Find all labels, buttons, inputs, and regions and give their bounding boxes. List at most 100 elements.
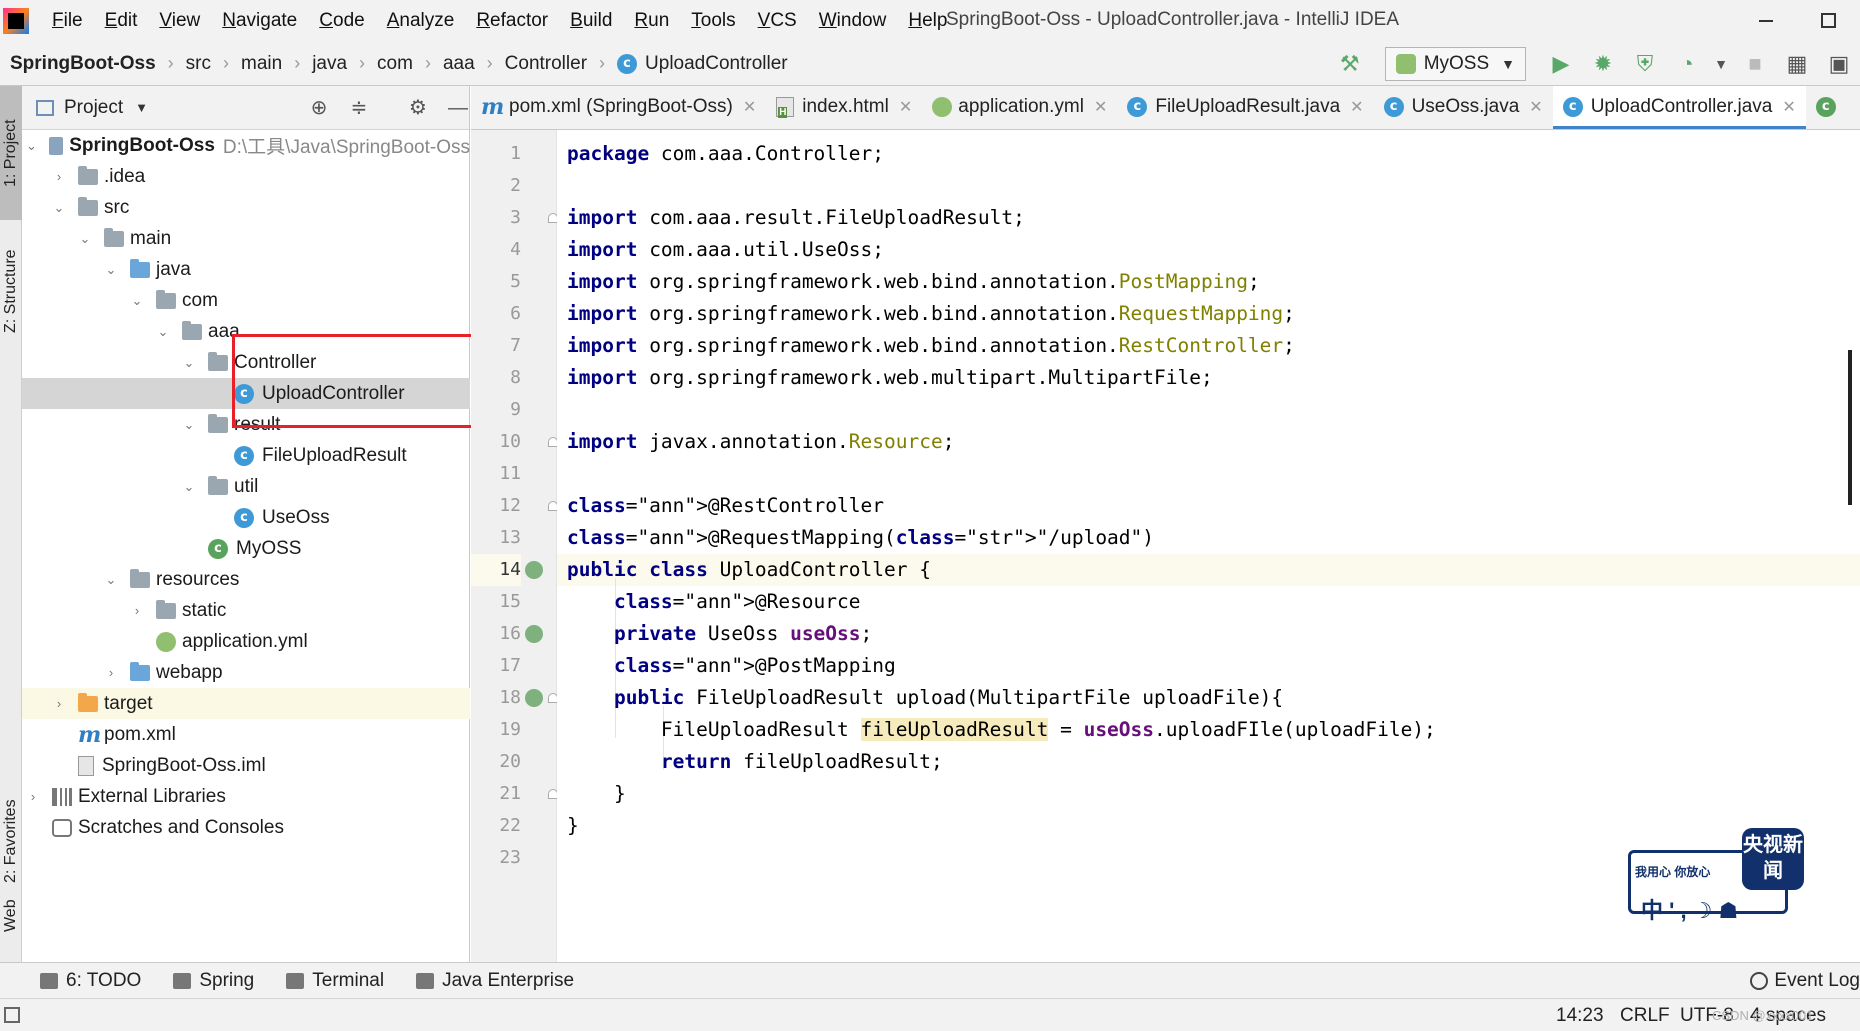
tree-item-project-root[interactable]: ⌄ SpringBoot-Oss D:\工具\Java\SpringBoot-O… [22,130,470,161]
tree-item-target[interactable]: › target [22,688,470,719]
profile-icon[interactable]: ◔ [1670,47,1704,81]
menu-vcs[interactable]: VCS [747,0,808,42]
menu-navigate[interactable]: Navigate [211,0,308,42]
code-line[interactable] [557,170,1860,202]
tree-item-useoss[interactable]: c UseOss [22,502,470,533]
tree-item-main[interactable]: ⌄ main [22,223,470,254]
spring-bean-gutter-icon[interactable] [525,561,543,579]
tab-index-html[interactable]: index.html ✕ [766,86,922,129]
tree-item-aaa[interactable]: ⌄ aaa [22,316,470,347]
code-line[interactable]: class="ann">@RestController [557,490,1860,522]
menu-analyze[interactable]: Analyze [376,0,466,42]
code-line[interactable]: class="ann">@Resource [557,586,1860,618]
breadcrumb-main[interactable]: main [241,53,282,75]
code-line[interactable]: public FileUploadResult upload(Multipart… [557,682,1860,714]
chevron-down-icon[interactable]: ⌄ [182,417,196,433]
tab-overflow[interactable]: c [1806,86,1854,129]
spring-bean-gutter-icon[interactable] [525,625,543,643]
tree-item-external-libraries[interactable]: › External Libraries [22,781,470,812]
code-line[interactable]: import javax.annotation.Resource; [557,426,1860,458]
tree-item-java[interactable]: ⌄ java [22,254,470,285]
tool-spring[interactable]: Spring [173,970,254,992]
spring-bean-gutter-icon[interactable] [525,689,543,707]
menu-file[interactable]: File [41,0,94,42]
tree-item-idea[interactable]: › .idea [22,161,470,192]
tree-item-resources[interactable]: ⌄ resources [22,564,470,595]
menu-tools[interactable]: Tools [680,0,746,42]
code-line[interactable]: FileUploadResult fileUploadResult = useO… [557,714,1860,746]
code-line[interactable] [557,394,1860,426]
menu-refactor[interactable]: Refactor [465,0,559,42]
search-everywhere-icon[interactable]: ▣ [1822,47,1856,81]
breadcrumb-uploadcontroller[interactable]: c UploadController [617,53,788,75]
chevron-down-icon[interactable]: ⌄ [130,293,144,309]
code-line[interactable]: } [557,778,1860,810]
code-line[interactable]: class="ann">@RequestMapping(class="str">… [557,522,1860,554]
tree-item-myoss[interactable]: c MyOSS [22,533,470,564]
breadcrumb-com[interactable]: com [377,53,413,75]
gear-icon[interactable]: ⚙ [406,96,430,120]
menu-build[interactable]: Build [559,0,623,42]
code-line[interactable] [557,458,1860,490]
tool-terminal[interactable]: Terminal [286,970,384,992]
scrollbar-thumb[interactable] [1848,350,1852,505]
code-line[interactable]: import org.springframework.web.bind.anno… [557,298,1860,330]
close-icon[interactable]: ✕ [743,97,756,117]
build-hammer-icon[interactable]: ⚒ [1333,47,1367,81]
hide-panel-icon[interactable]: — [446,96,470,120]
breadcrumb-aaa[interactable]: aaa [443,53,475,75]
code-line[interactable]: import com.aaa.result.FileUploadResult; [557,202,1860,234]
chevron-right-icon[interactable]: › [130,603,144,618]
tab-fileuploadresult[interactable]: c FileUploadResult.java ✕ [1117,86,1373,129]
editor-gutter[interactable]: 1 2 3 4 5 6 7 8 9 10 11 12 13 14 15 16 17 18 19 20 21 22 23 [471,130,558,962]
project-structure-icon[interactable]: ▦ [1780,47,1814,81]
breadcrumb-src[interactable]: src [186,53,211,75]
chevron-down-icon[interactable]: ⌄ [104,572,118,588]
tree-item-uploadcontroller[interactable]: c UploadController [22,378,470,409]
chevron-down-icon[interactable]: ⌄ [182,479,196,495]
tree-item-util[interactable]: ⌄ util [22,471,470,502]
chevron-right-icon[interactable]: › [26,789,40,804]
run-configuration-select[interactable]: MyOSS ▼ [1384,47,1526,81]
menu-view[interactable]: View [148,0,211,42]
code-line[interactable]: return fileUploadResult; [557,746,1860,778]
menu-run[interactable]: Run [623,0,680,42]
chevron-down-icon[interactable]: ⌄ [52,200,66,216]
tree-item-result[interactable]: ⌄ result [22,409,470,440]
tree-item-scratches[interactable]: Scratches and Consoles [22,812,470,843]
tool-java-enterprise[interactable]: Java Enterprise [416,970,574,992]
collapse-all-icon[interactable]: ≑ [347,96,371,120]
tree-item-controller[interactable]: ⌄ Controller [22,347,470,378]
breadcrumb-controller[interactable]: Controller [505,53,587,75]
debug-icon[interactable]: ✹ [1586,47,1620,81]
code-line[interactable]: import org.springframework.web.bind.anno… [557,330,1860,362]
tree-item-src[interactable]: ⌄ src [22,192,470,223]
chevron-down-icon[interactable]: ⌄ [26,138,37,154]
close-icon[interactable]: ✕ [899,97,912,117]
close-icon[interactable]: ✕ [1529,97,1542,117]
chevron-right-icon[interactable]: › [104,665,118,680]
close-icon[interactable]: ✕ [1094,97,1107,117]
code-line[interactable]: import com.aaa.util.UseOss; [557,234,1860,266]
tool-todo[interactable]: 6: TODO [40,970,141,992]
tree-item-application-yml[interactable]: application.yml [22,626,470,657]
tab-useoss[interactable]: c UseOss.java ✕ [1374,86,1553,129]
breadcrumb-java[interactable]: java [312,53,347,75]
chevron-right-icon[interactable]: › [52,696,66,711]
chevron-down-icon[interactable]: ⌄ [182,355,196,371]
tab-application-yml[interactable]: application.yml ✕ [922,86,1117,129]
run-icon[interactable]: ▶ [1544,47,1578,81]
code-line[interactable]: class="ann">@PostMapping [557,650,1860,682]
breadcrumb-project[interactable]: SpringBoot-Oss [10,53,156,75]
menu-code[interactable]: Code [308,0,375,42]
tree-item-webapp[interactable]: › webapp [22,657,470,688]
maximize-icon[interactable] [1816,8,1840,32]
coverage-icon[interactable]: ⛨ [1628,47,1662,81]
chevron-down-icon[interactable]: ▼ [1712,47,1730,81]
chevron-down-icon[interactable]: ⌄ [104,262,118,278]
toggle-tool-windows-icon[interactable] [4,1007,20,1023]
code-line[interactable]: package com.aaa.Controller; [557,138,1860,170]
menu-window[interactable]: Window [808,0,898,42]
chevron-down-icon[interactable]: ⌄ [78,231,92,247]
tab-uploadcontroller[interactable]: c UploadController.java ✕ [1552,86,1806,129]
